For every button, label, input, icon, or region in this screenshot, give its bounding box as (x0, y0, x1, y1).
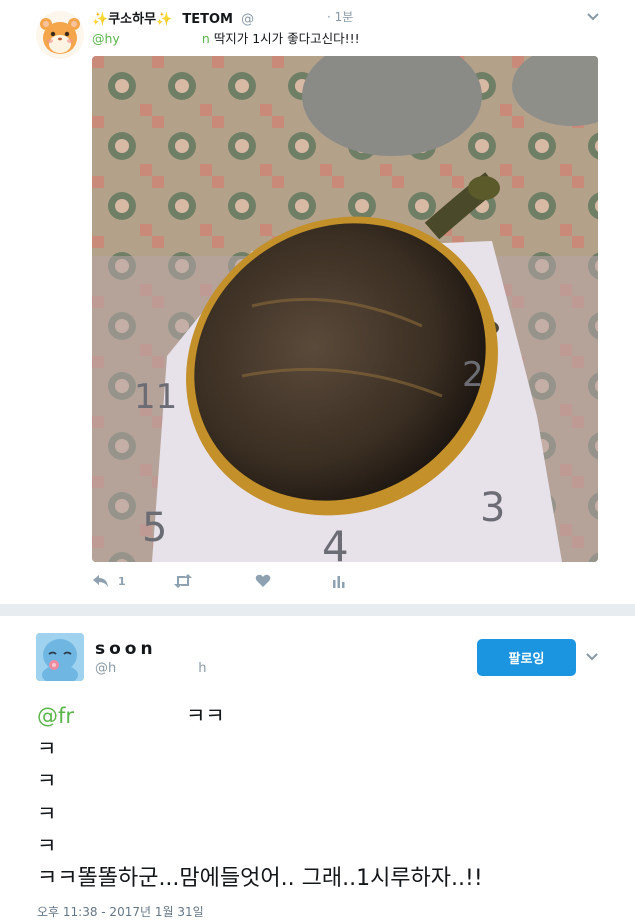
sparkle-icon: ✨ (92, 12, 109, 27)
squirtle-avatar[interactable] (36, 633, 84, 681)
tweet-text: @hy n 딱지가 1시가 좋다고신다!!! (92, 28, 360, 47)
like-button[interactable] (255, 574, 271, 591)
retweet-button[interactable] (173, 574, 193, 591)
photo-label-2: 2 (462, 355, 484, 395)
tweet-card[interactable]: ✨쿠소하무✨ TETOM @ · 1분 @hy n 딱지가 1시가 좋다고신다!!… (0, 0, 635, 604)
handle[interactable]: @h h (95, 661, 207, 676)
reply-icon (93, 575, 108, 587)
tweet-body: @fr ㅋㅋ ㅋ ㅋ ㅋ ㅋ ㅋㅋ똘똘하군...맘에들엇어.. 그래..1시루하자… (37, 700, 483, 895)
tweet-header: ✨쿠소하무✨ TETOM @ (92, 8, 341, 27)
analytics-icon (333, 576, 345, 588)
tweet-timestamp[interactable]: 오후 11:38 - 2017년 1월 31일 (37, 903, 204, 920)
photo-label-4: 4 (322, 522, 349, 562)
reply-count: 1 (118, 575, 126, 588)
chevron-down-icon[interactable] (585, 652, 599, 662)
retweet-icon (174, 574, 192, 588)
display-name[interactable]: 쿠소하무 (108, 12, 156, 27)
following-button[interactable]: 팔로잉 (477, 639, 576, 676)
handle[interactable]: @ (241, 12, 341, 27)
timeline-divider (0, 604, 635, 616)
photo-label-5: 5 (142, 505, 167, 551)
tweet-line: ㅋ (37, 769, 57, 793)
tweet-time[interactable]: · 1분 (327, 8, 353, 25)
tweet-actions: 1 (92, 574, 392, 592)
tweet-line: ㅋ (37, 801, 57, 826)
sparkle-icon: ✨ (156, 12, 173, 27)
tweet-body: 딱지가 1시가 좋다고신다!!! (213, 31, 360, 46)
tweet-line: ㅋ (37, 736, 57, 761)
photo-label-11: 11 (134, 377, 177, 417)
tweet-line-last: ㅋㅋ똘똘하군...맘에들엇어.. 그래..1시루하자..!! (37, 865, 483, 891)
chevron-down-icon[interactable] (586, 12, 600, 22)
reply-button[interactable]: 1 (92, 574, 126, 591)
hamster-avatar[interactable] (36, 11, 84, 59)
analytics-button[interactable] (332, 574, 346, 591)
photo-label-3: 3 (480, 485, 505, 531)
mention-link[interactable]: @fr (37, 704, 74, 728)
tweet-line: @fr ㅋㅋ (37, 704, 225, 728)
heart-icon (255, 574, 271, 587)
reply-mention-tail[interactable]: n (202, 31, 210, 46)
tweet-photo[interactable]: 11 2 3 4 5 (92, 56, 598, 562)
reply-mention[interactable]: @hy (92, 31, 120, 46)
username[interactable]: TETOM (182, 12, 233, 27)
display-name[interactable]: soon (95, 639, 157, 659)
tweet-line: ㅋ (37, 834, 57, 858)
